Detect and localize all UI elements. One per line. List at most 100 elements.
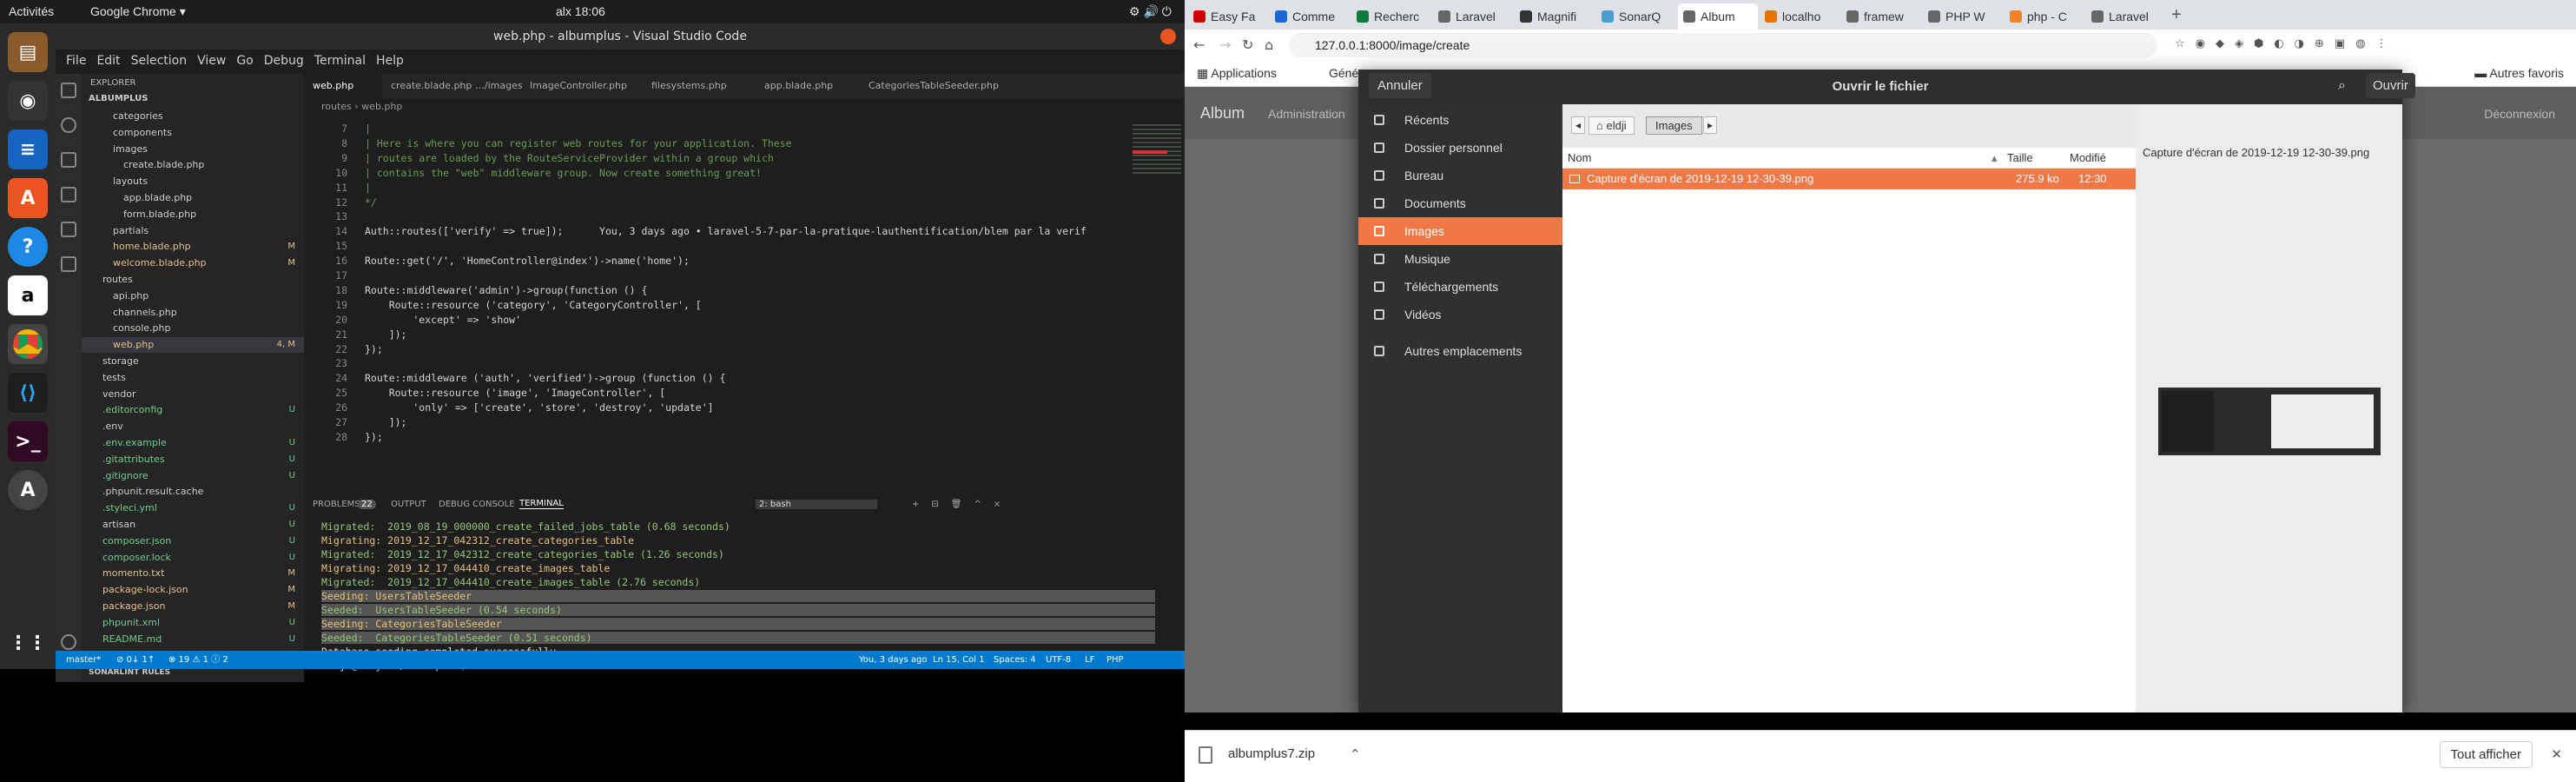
forward-icon[interactable]: → — [1219, 36, 1231, 53]
browser-tab[interactable]: Recherc — [1351, 3, 1431, 30]
tree-item[interactable]: app.blade.php — [82, 190, 304, 206]
blame-status[interactable]: You, 3 days ago — [859, 651, 928, 669]
tab-image-controller[interactable]: ImageController.php — [521, 74, 643, 98]
sync-status[interactable]: ⊘ 0↓ 1↑ — [116, 651, 155, 669]
bookmark-general[interactable]: Géné — [1329, 66, 1358, 80]
files-icon[interactable]: ▤ — [8, 32, 48, 72]
browser-tab[interactable]: PHP W — [1923, 3, 2003, 30]
menu-help[interactable]: Help — [376, 54, 404, 68]
tab-categories-seeder[interactable]: CategoriesTableSeeder.php — [860, 74, 1025, 98]
place-downloads[interactable]: Téléchargements — [1358, 273, 1562, 301]
remote-icon[interactable] — [61, 256, 76, 272]
problems-status[interactable]: ⊗ 19 ⚠ 1 ⓘ 2 — [168, 651, 228, 669]
other-bookmarks[interactable]: ▬ Autres favoris — [2474, 66, 2564, 80]
home-icon[interactable]: ⌂ — [1265, 36, 1273, 53]
tree-item[interactable]: .gitignore U — [82, 468, 304, 484]
app-menu[interactable]: Google Chrome ▾ — [90, 4, 186, 19]
breadcrumb[interactable]: routes › web.php — [304, 98, 999, 116]
tree-item[interactable]: tests — [82, 370, 304, 386]
file-row-selected[interactable]: Capture d'écran de 2019-12-19 12-30-39.p… — [1562, 169, 2136, 189]
tree-item[interactable]: create.blade.php — [82, 157, 304, 173]
search-icon[interactable]: ⌕ — [2338, 78, 2346, 94]
column-size[interactable]: Taille — [2007, 148, 2033, 169]
tree-item[interactable]: .styleci.yml U — [82, 500, 304, 516]
explorer-icon[interactable] — [61, 83, 76, 98]
tab-output[interactable]: OUTPUT — [391, 500, 426, 509]
panel-actions-icons[interactable]: +⊟🗑^× — [912, 500, 1013, 509]
menu-selection[interactable]: Selection — [131, 54, 188, 68]
path-images-button[interactable]: Images — [1646, 116, 1702, 135]
tree-item[interactable]: .gitattributes U — [82, 452, 304, 467]
tree-item[interactable]: routes — [82, 272, 304, 288]
tree-item[interactable]: api.php — [82, 288, 304, 304]
path-forward-icon[interactable]: ▸ — [1703, 116, 1718, 134]
tree-item[interactable]: components — [82, 125, 304, 141]
close-shelf-icon[interactable]: ✕ — [2551, 746, 2562, 762]
minimap[interactable] — [1129, 116, 1185, 489]
menu-debug[interactable]: Debug — [264, 54, 304, 68]
vscode-icon[interactable]: ⟨⟩ — [8, 373, 48, 413]
tree-item[interactable]: .env — [82, 419, 304, 434]
browser-tab[interactable]: SonarQ — [1596, 3, 1676, 30]
browser-tab[interactable]: framew — [1841, 3, 1921, 30]
tab-debug-console[interactable]: DEBUG CONSOLE — [439, 500, 515, 509]
extensions-icon[interactable] — [61, 222, 76, 237]
place-home[interactable]: Dossier personnel — [1358, 134, 1562, 162]
tree-item[interactable]: package.json M — [82, 599, 304, 614]
open-button[interactable]: Ouvrir — [2366, 73, 2415, 98]
tree-item[interactable]: .phpunit.result.cache — [82, 484, 304, 500]
browser-tab[interactable]: Laravel — [2086, 3, 2166, 30]
path-back-icon[interactable]: ◂ — [1571, 116, 1586, 134]
tree-item[interactable]: web.php 4, M — [82, 337, 304, 354]
tab-web-php[interactable]: web.php — [304, 74, 382, 98]
search-icon[interactable] — [61, 117, 76, 133]
tree-item[interactable]: console.php — [82, 321, 304, 336]
settings-gear-icon[interactable] — [61, 634, 76, 650]
download-item[interactable]: albumplus7.zip — [1228, 746, 1315, 761]
updater-icon[interactable]: A — [8, 470, 48, 510]
activities-button[interactable]: Activités — [9, 4, 54, 18]
tree-item[interactable]: momento.txt M — [82, 566, 304, 581]
writer-icon[interactable]: ≡ — [8, 129, 48, 169]
address-bar[interactable]: 127.0.0.1:8000/image/create — [1289, 33, 2157, 57]
tree-item[interactable]: welcome.blade.php M — [82, 255, 304, 271]
clock[interactable]: alx 18:06 — [556, 4, 605, 18]
column-modified[interactable]: Modifié — [2070, 148, 2106, 169]
show-apps-icon[interactable]: ⋮⋮ — [8, 623, 48, 663]
indentation[interactable]: Spaces: 4 — [994, 651, 1036, 669]
tree-item[interactable]: README.md U — [82, 632, 304, 647]
place-pictures[interactable]: Images — [1358, 217, 1562, 245]
amazon-icon[interactable]: a — [8, 275, 48, 315]
cancel-button[interactable]: Annuler — [1369, 73, 1431, 98]
tree-item[interactable]: package-lock.json M — [82, 582, 304, 598]
menu-file[interactable]: File — [66, 54, 86, 68]
logout-link[interactable]: Déconnexion — [2484, 107, 2555, 121]
tree-item[interactable]: form.blade.php — [82, 207, 304, 222]
tree-item[interactable]: partials — [82, 223, 304, 239]
tab-terminal[interactable]: TERMINAL — [519, 499, 564, 509]
browser-tab[interactable]: Comme — [1270, 3, 1350, 30]
encoding[interactable]: UTF-8 — [1046, 651, 1071, 669]
place-videos[interactable]: Vidéos — [1358, 301, 1562, 328]
menu-go[interactable]: Go — [236, 54, 253, 68]
place-desktop[interactable]: Bureau — [1358, 162, 1562, 189]
line-ending[interactable]: LF — [1085, 651, 1094, 669]
debug-icon[interactable] — [61, 187, 76, 202]
cursor-position[interactable]: Ln 15, Col 1 — [933, 651, 985, 669]
column-name[interactable]: Nom — [1568, 148, 1591, 169]
tree-item[interactable]: images — [82, 142, 304, 157]
close-window-icon[interactable] — [1160, 29, 1176, 44]
tree-item[interactable]: .editorconfig U — [82, 402, 304, 418]
language-mode[interactable]: PHP — [1106, 651, 1124, 669]
tab-filesystems[interactable]: filesystems.php — [643, 74, 756, 98]
tree-item[interactable]: composer.lock U — [82, 550, 304, 566]
code-editor[interactable]: 7 | 8 | Here is where you can register web … — [304, 116, 1129, 489]
git-branch[interactable]: master* — [66, 651, 101, 669]
nav-administration[interactable]: Administration — [1268, 107, 1345, 121]
tree-item[interactable]: categories — [82, 109, 304, 124]
tree-item[interactable]: phpunit.xml U — [82, 615, 304, 631]
browser-tab[interactable]: php - C — [2005, 3, 2084, 30]
tab-app-blade[interactable]: app.blade.php — [756, 74, 860, 98]
help-icon[interactable]: ? — [8, 227, 48, 267]
reload-icon[interactable]: ↻ — [1242, 36, 1253, 53]
